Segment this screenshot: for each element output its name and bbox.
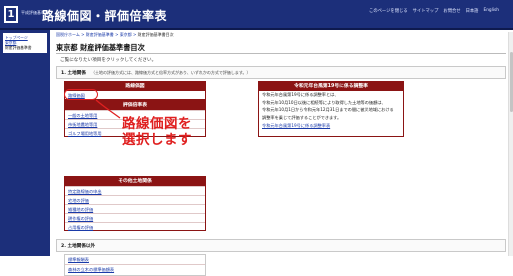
header-link-japanese[interactable]: 日本語 <box>466 8 479 14</box>
scrollbar[interactable] <box>508 32 513 256</box>
other-land-header: その他土地関係 <box>65 177 205 186</box>
instruction-text: ご覧になりたい項目をクリックしてください。 <box>60 58 157 63</box>
typhoon-notice-line: 調整率を乗じて評価することができます。 <box>262 114 342 120</box>
section-land: 1. 土地関係 （土地の評価方式には、路線価方式と倍率方式があり、いずれかの方式… <box>56 66 506 79</box>
typhoon-notice-link[interactable]: 令和元年台風第19号に係る調整率表 <box>259 121 403 130</box>
header-link-close[interactable]: このページを閉じる <box>369 8 408 14</box>
callout-line: 路線価図を <box>122 116 192 132</box>
rosenka-highlight-ring <box>64 89 98 100</box>
callout-line: 選択します <box>122 132 192 148</box>
breadcrumb: 国税庁ホーム > 財産評価基準書 > 東京都 > 財産評価基準書目次 <box>56 32 174 37</box>
typhoon-notice-line: 令和元年10月10日以後に相続等により取得した土地等の価額は、 <box>262 99 386 105</box>
sidebar: トップページ 東京都 財産評価基準書 <box>0 30 50 256</box>
typhoon-notice-table: 令和元年台風第19号に係る調整率 令和元年台風第19号に係る調整率とは、 令和元… <box>258 81 404 137</box>
header-link-contact[interactable]: お問合せ <box>443 8 460 14</box>
instruction-callout: 路線価図を 選択します <box>122 116 192 148</box>
other-link-zasshuchi[interactable]: 雑種地の評価 <box>65 204 205 213</box>
typhoon-notice-line: 令和元年台風第19号に係る調整率とは、 <box>262 92 339 97</box>
header-link-sitemap[interactable]: サイトマップ <box>413 8 439 14</box>
page-title: 東京都 財産評価基準書目次 <box>56 42 506 54</box>
breadcrumb-item[interactable]: 国税庁ホーム <box>56 32 80 37</box>
header-link-english[interactable]: English <box>483 8 499 14</box>
other-link-kousakuken[interactable]: 耕作権の評価 <box>65 213 205 222</box>
section-non-land: 2. 土地関係以外 <box>56 239 506 252</box>
other-link-tokutei[interactable]: 特定路線価の申出 <box>65 186 205 195</box>
breadcrumb-item[interactable]: 東京都 <box>120 32 132 37</box>
main-content: 国税庁ホーム > 財産評価基準書 > 東京都 > 財産評価基準書目次 東京都 財… <box>52 32 510 276</box>
logo-mark: 1 <box>4 6 18 23</box>
bairitsu-table-header: 評価倍率表 <box>65 101 205 110</box>
section-note: （土地の評価方式には、路線価方式と倍率方式があり、いずれかの方式で評価します。） <box>91 70 251 76</box>
page: 1 平成評価基準書 路線価図・評価倍率表 このページを閉じる サイトマップ お問… <box>0 0 513 276</box>
other-link-senyouken[interactable]: 占用権の評価 <box>65 222 205 231</box>
section-title: 1. 土地関係 <box>61 71 86 76</box>
nonland-link-hyoujun[interactable]: 標準報酬表 <box>65 255 205 264</box>
section-title: 2. 土地関係以外 <box>61 244 96 249</box>
sidebar-current: 財産評価基準書 <box>5 45 32 50</box>
breadcrumb-current: 財産評価基準書目次 <box>137 32 174 37</box>
other-land-table: その他土地関係 特定路線価の申出 宅地の評価 雑種地の評価 耕作権の評価 占用権… <box>64 176 206 231</box>
typhoon-notice-header: 令和元年台風第19号に係る調整率 <box>259 82 403 91</box>
typhoon-notice-line: 令和元年10月1日から令和元年12月31日までの間に被災地域における <box>262 107 394 112</box>
non-land-table: 標準報酬表 森林の立木の標準価額表 <box>64 254 206 276</box>
header-links: このページを閉じる サイトマップ お問合せ 日本語 English <box>369 8 499 14</box>
nonland-link-shinrin[interactable]: 森林の立木の標準価額表 <box>65 264 205 273</box>
site-title: 路線価図・評価倍率表 <box>42 9 168 23</box>
breadcrumb-item[interactable]: 財産評価基準書 <box>86 32 114 37</box>
other-link-takuchi[interactable]: 宅地の評価 <box>65 195 205 204</box>
site-header: 1 平成評価基準書 路線価図・評価倍率表 このページを閉じる サイトマップ お問… <box>0 0 513 30</box>
sidebar-panel: トップページ 東京都 財産評価基準書 <box>3 33 47 53</box>
